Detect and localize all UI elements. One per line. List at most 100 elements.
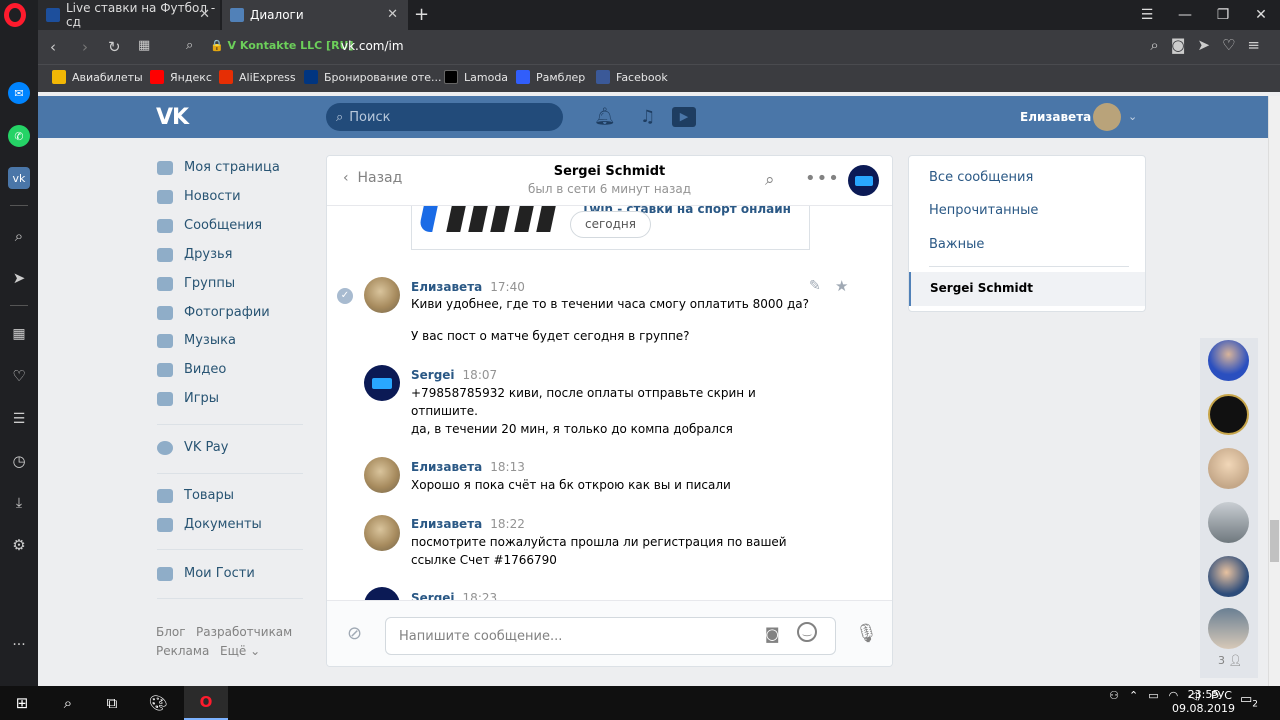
avatar[interactable] [1208, 608, 1249, 649]
avatar[interactable] [1208, 394, 1249, 435]
filter-unread[interactable]: Непрочитанные [929, 203, 1038, 218]
sidebar-item-vkpay[interactable]: VK Pay [157, 440, 228, 455]
avatar[interactable] [364, 515, 400, 551]
edit-icon[interactable]: ✎ [809, 278, 821, 294]
back-nav-icon[interactable]: ‹ [50, 38, 56, 56]
opera-taskbar-icon[interactable]: O [184, 686, 228, 720]
location-icon[interactable]: ⌕ [186, 38, 193, 53]
camera-icon[interactable]: ◙ [765, 625, 780, 643]
user-name[interactable]: Елизавета [1020, 110, 1091, 124]
easy-setup-icon[interactable]: ≡ [1247, 36, 1260, 54]
attach-icon[interactable]: ⊘ [347, 623, 362, 644]
message-author[interactable]: Sergei [411, 368, 455, 382]
reload-icon[interactable]: ↻ [108, 38, 121, 56]
paint-icon[interactable]: 🎨︎ [136, 686, 180, 720]
close-tab-icon[interactable]: ✕ [199, 7, 210, 22]
sidebar-item-friends[interactable]: Друзья [157, 247, 233, 262]
selected-dialog[interactable]: Sergei Schmidt [909, 272, 1145, 306]
footer-link-more[interactable]: Ещё ⌄ [220, 644, 260, 658]
star-icon[interactable]: ★ [835, 277, 848, 295]
search-icon[interactable]: ⌕ [765, 170, 775, 190]
vk-logo[interactable]: VK [156, 105, 189, 130]
sidebar-item-groups[interactable]: Группы [157, 276, 235, 291]
snapshot-icon[interactable]: ◙ [1171, 36, 1186, 54]
bookmark-item[interactable]: Рамблер [516, 70, 585, 84]
message-author[interactable]: Елизавета [411, 460, 482, 474]
footer-link-developers[interactable]: Разработчикам [196, 625, 292, 639]
sidebar-item-documents[interactable]: Документы [157, 517, 262, 532]
vk-icon[interactable]: vk [8, 167, 30, 189]
avatar[interactable] [1208, 502, 1249, 543]
notifications-icon[interactable]: ▭2 [1240, 692, 1258, 710]
settings-icon[interactable]: ⚙ [8, 534, 30, 556]
footer-link-ads[interactable]: Реклама [156, 644, 209, 658]
more-icon[interactable]: ••• [805, 168, 840, 189]
avatar[interactable] [1093, 103, 1121, 131]
opera-menu-icon[interactable] [4, 3, 26, 27]
close-window-button[interactable]: ✕ [1242, 0, 1280, 30]
more-chats-count[interactable]: 3 👤︎ [1218, 654, 1242, 667]
more-icon[interactable]: ··· [8, 634, 30, 656]
bookmark-item[interactable]: AliExpress [219, 70, 296, 84]
bookmark-item[interactable]: Lamoda [444, 70, 508, 84]
new-tab-button[interactable]: + [414, 4, 429, 25]
news-icon[interactable]: ☰ [8, 408, 30, 430]
bookmark-item[interactable]: Яндекс [150, 70, 212, 84]
notifications-icon[interactable]: 🔔︎ [594, 107, 616, 127]
sidebar-item-video[interactable]: Видео [157, 362, 226, 377]
forward-nav-icon[interactable]: › [82, 38, 88, 56]
tab-live-stavki[interactable]: Live ставки на Футбол - сд ✕ [38, 0, 220, 30]
sidebar-item-games[interactable]: Игры [157, 391, 219, 406]
sidebar-item-messages[interactable]: Сообщения [157, 218, 262, 233]
zoom-icon[interactable]: ⌕ [1150, 36, 1158, 54]
emoji-icon[interactable]: ‿ [797, 622, 817, 642]
expand-tray-icon[interactable]: ⌃ [1129, 689, 1138, 702]
sidebar-item-my-page[interactable]: Моя страница [157, 160, 280, 175]
close-tab-icon[interactable]: ✕ [387, 7, 398, 22]
heart-icon[interactable]: ♡ [1222, 36, 1235, 54]
messenger-icon[interactable]: ✉ [8, 82, 30, 104]
avatar[interactable] [364, 277, 400, 313]
url-field[interactable]: vk.com/im [341, 39, 404, 53]
whatsapp-icon[interactable]: ✆ [8, 125, 30, 147]
sidebar-item-goods[interactable]: Товары [157, 488, 234, 503]
bookmark-item[interactable]: Facebook [596, 70, 668, 84]
windows-start-icon[interactable]: ⊞ [0, 686, 44, 720]
avatar[interactable] [364, 457, 400, 493]
downloads-icon[interactable]: ⤓ [8, 492, 30, 514]
speed-dial-icon[interactable]: ▦ [138, 38, 150, 53]
minimize-button[interactable]: — [1166, 0, 1204, 30]
sidebar-item-photos[interactable]: Фотографии [157, 305, 270, 320]
filter-all-messages[interactable]: Все сообщения [929, 170, 1033, 185]
task-view-icon[interactable]: ⧉ [90, 686, 134, 720]
tab-menu-icon[interactable]: ☰ [1128, 0, 1166, 30]
heart-icon[interactable]: ♡ [8, 365, 30, 387]
speed-dial-icon[interactable]: ▦ [8, 323, 30, 345]
history-icon[interactable]: ◷ [8, 450, 30, 472]
sidebar-item-music[interactable]: Музыка [157, 333, 236, 348]
clock[interactable]: 23:55 09.08.2019 [1172, 688, 1235, 716]
restore-button[interactable]: ❐ [1204, 0, 1242, 30]
microphone-icon[interactable]: 🎙︎ [855, 623, 878, 644]
play-icon[interactable]: ▶ [672, 107, 696, 127]
filter-important[interactable]: Важные [929, 237, 984, 252]
checkmark-icon[interactable]: ✓ [337, 288, 353, 304]
send-icon[interactable]: ➤ [1197, 36, 1210, 54]
avatar[interactable] [1208, 556, 1249, 597]
avatar[interactable] [1208, 340, 1249, 381]
battery-icon[interactable]: ▭ [1148, 689, 1158, 702]
music-icon[interactable]: ♫ [640, 107, 655, 127]
avatar[interactable] [1208, 448, 1249, 489]
sidebar-item-guests[interactable]: Мои Гости [157, 566, 255, 581]
search-input[interactable]: ⌕ Поиск [326, 103, 563, 131]
message-author[interactable]: Елизавета [411, 280, 482, 294]
message-author[interactable]: Елизавета [411, 517, 482, 531]
site-security-label[interactable]: 🔒 V Kontakte LLC [RU] [210, 39, 354, 52]
tab-dialogs[interactable]: Диалоги ✕ [222, 0, 408, 30]
chevron-down-icon[interactable]: ⌄ [1128, 110, 1137, 123]
bookmark-item[interactable]: Авиабилеты [52, 70, 143, 84]
page-scrollbar[interactable] [1268, 96, 1280, 686]
people-icon[interactable]: ⚇ [1109, 689, 1119, 702]
footer-link-blog[interactable]: Блог [156, 625, 186, 639]
bookmark-item[interactable]: Бронирование оте... [304, 70, 442, 84]
